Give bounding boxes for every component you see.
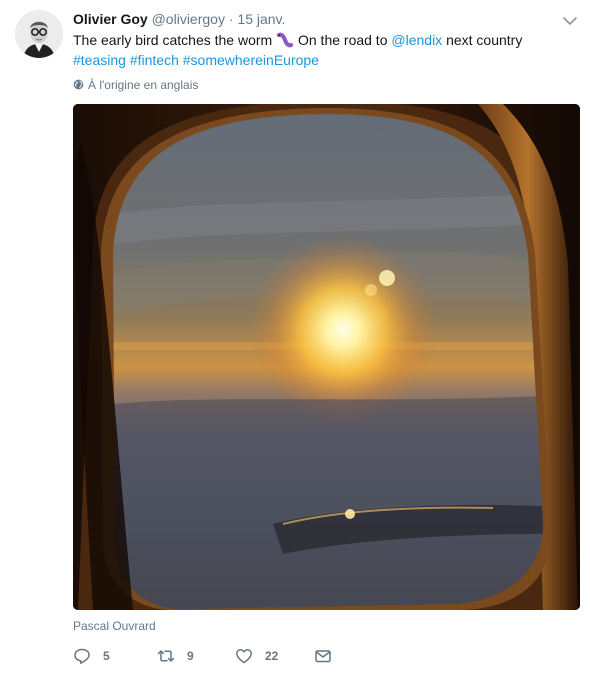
heart-icon bbox=[236, 648, 252, 664]
reply-count: 5 bbox=[103, 649, 110, 663]
hashtag-link[interactable]: #somewhereinEurope bbox=[183, 52, 319, 68]
retweet-button[interactable]: 9 bbox=[157, 646, 194, 666]
hashtag-link[interactable]: #fintech bbox=[130, 52, 179, 68]
direct-message-button[interactable] bbox=[314, 646, 332, 666]
tweet-text-part3: next country bbox=[442, 32, 523, 48]
chevron-down-icon[interactable] bbox=[562, 14, 578, 26]
tweet-header: Olivier Goy @oliviergoy · 15 janv. bbox=[73, 10, 285, 28]
tweet-actions: 5 9 22 bbox=[73, 646, 373, 666]
tweet-date[interactable]: 15 janv. bbox=[237, 11, 285, 27]
airplane-window-sunrise-image bbox=[73, 104, 580, 610]
retweet-count: 9 bbox=[187, 649, 194, 663]
envelope-icon bbox=[315, 650, 331, 663]
reply-icon bbox=[74, 648, 90, 664]
translation-notice[interactable]: À l'origine en anglais bbox=[73, 77, 198, 93]
hashtag-link[interactable]: #teasing bbox=[73, 52, 126, 68]
avatar-photo bbox=[15, 10, 63, 58]
tweet-text: The early bird catches the worm On the r… bbox=[73, 30, 573, 70]
tweet: Olivier Goy @oliviergoy · 15 janv. The e… bbox=[0, 0, 590, 677]
like-count: 22 bbox=[265, 649, 279, 663]
reply-button[interactable]: 5 bbox=[73, 646, 110, 666]
separator-dot: · bbox=[228, 11, 234, 27]
photo-credit: Pascal Ouvrard bbox=[73, 619, 156, 633]
retweet-icon bbox=[157, 650, 175, 662]
globe-icon bbox=[73, 79, 84, 90]
worm-emoji-icon bbox=[276, 32, 294, 48]
tweet-text-part2: On the road to bbox=[294, 32, 392, 48]
mention-link[interactable]: @lendix bbox=[391, 32, 442, 48]
tweet-photo[interactable] bbox=[73, 104, 580, 610]
author-handle[interactable]: @oliviergoy bbox=[152, 11, 225, 27]
avatar[interactable] bbox=[15, 10, 63, 58]
author-name[interactable]: Olivier Goy bbox=[73, 11, 148, 27]
like-button[interactable]: 22 bbox=[235, 646, 278, 666]
translation-label: À l'origine en anglais bbox=[88, 78, 199, 92]
tweet-text-part1: The early bird catches the worm bbox=[73, 32, 277, 48]
